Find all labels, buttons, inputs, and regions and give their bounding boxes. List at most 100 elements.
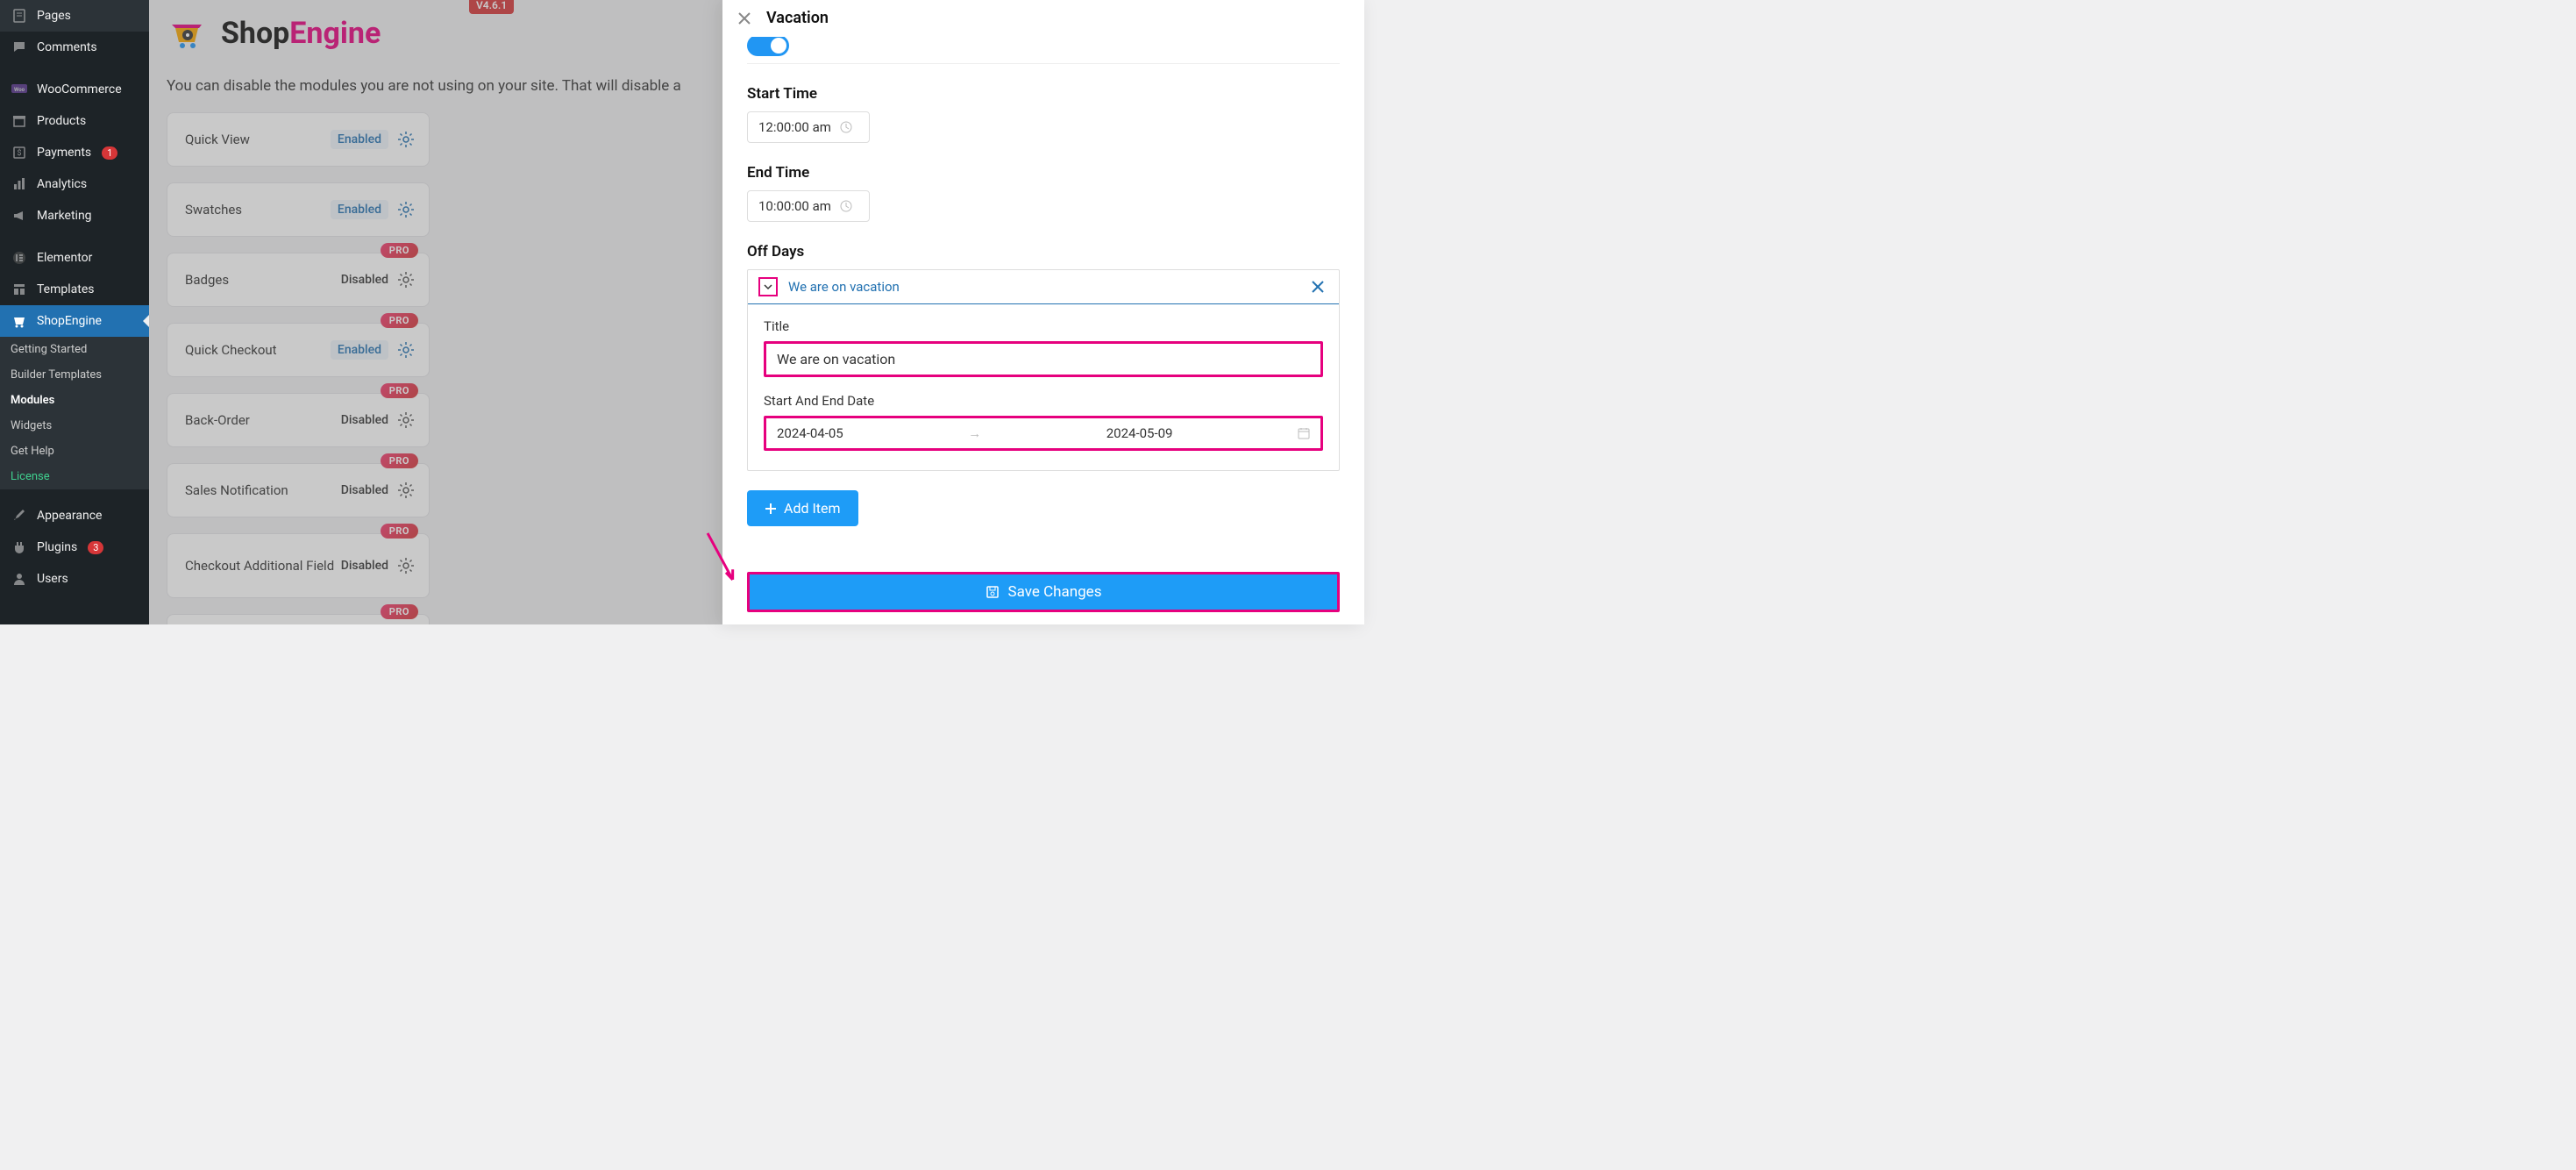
brand-logo-icon — [167, 16, 210, 51]
sidebar-item-plugins[interactable]: Plugins 3 — [0, 531, 149, 563]
arrow-right-icon: → — [968, 425, 981, 441]
start-date-value: 2024-04-05 — [777, 425, 843, 441]
off-days-item: We are on vacation Title Start And End D… — [747, 269, 1340, 471]
save-icon — [986, 585, 1000, 599]
module-settings-button[interactable] — [395, 199, 416, 220]
sidebar-label: Elementor — [37, 251, 92, 265]
badge-count: 1 — [102, 146, 117, 160]
module-card: PROCheckout Additional FieldDisabled — [167, 533, 430, 598]
status-enabled: Enabled — [331, 340, 388, 360]
sidebar-label: Pages — [37, 9, 71, 23]
sidebar-label: Templates — [37, 282, 95, 296]
start-time-field: Start Time 12:00:00 am — [747, 85, 1340, 143]
badge-count: 3 — [88, 541, 103, 554]
sidebar-label: Products — [37, 114, 86, 128]
off-days-item-remove[interactable] — [1307, 280, 1328, 294]
elementor-icon — [11, 249, 28, 267]
add-item-label: Add Item — [784, 500, 841, 517]
title-label: Title — [764, 318, 1323, 334]
save-label: Save Changes — [1008, 583, 1102, 601]
brush-icon — [11, 507, 28, 524]
sidebar-item-elementor[interactable]: Elementor — [0, 242, 149, 274]
sidebar-item-marketing[interactable]: Marketing — [0, 200, 149, 232]
module-settings-button[interactable] — [395, 555, 416, 576]
pro-badge: PRO — [381, 524, 418, 539]
page-description: You can disable the modules you are not … — [167, 61, 705, 112]
sidebar-sub-modules[interactable]: Modules — [0, 388, 149, 413]
sidebar-item-comments[interactable]: Comments — [0, 32, 149, 63]
templates-icon — [11, 281, 28, 298]
sidebar-sub-getting-started[interactable]: Getting Started — [0, 337, 149, 362]
status-disabled: Disabled — [341, 559, 388, 573]
sidebar-item-woocommerce[interactable]: Woo WooCommerce — [0, 74, 149, 105]
clock-icon — [840, 200, 852, 212]
module-name: Sales Notification — [185, 482, 288, 498]
off-days-item-title: We are on vacation — [788, 279, 900, 295]
module-card: Quick ViewEnabled — [167, 112, 430, 167]
module-name: Badges — [185, 272, 229, 288]
module-card: PROBadgesDisabled — [167, 253, 430, 307]
sidebar-sub-widgets[interactable]: Widgets — [0, 413, 149, 439]
module-card: SwatchesEnabled — [167, 182, 430, 237]
main-content: ShopEngine V4.6.1 You can disable the mo… — [149, 0, 722, 624]
sidebar-item-shopengine[interactable]: ShopEngine — [0, 305, 149, 337]
module-settings-button[interactable] — [395, 269, 416, 290]
status-disabled: Disabled — [341, 413, 388, 427]
panel-close-button[interactable] — [738, 12, 751, 25]
shopengine-icon — [11, 312, 28, 330]
end-time-label: End Time — [747, 164, 1340, 182]
comment-icon — [11, 39, 28, 56]
sidebar-sub-license[interactable]: License — [0, 464, 149, 489]
date-range-label: Start And End Date — [764, 393, 1323, 409]
save-changes-button[interactable]: Save Changes — [747, 572, 1340, 612]
module-settings-button[interactable] — [395, 129, 416, 150]
sidebar-item-templates[interactable]: Templates — [0, 274, 149, 305]
sidebar-label: Appearance — [37, 509, 102, 523]
module-settings-button[interactable] — [395, 339, 416, 360]
modules-grid: Quick ViewEnabledSwatchesEnabledPROBadge… — [167, 112, 705, 624]
sidebar-item-pages[interactable]: Pages — [0, 0, 149, 32]
sidebar-item-appearance[interactable]: Appearance — [0, 500, 149, 531]
svg-text:Woo: Woo — [14, 87, 25, 93]
start-time-value: 12:00:00 am — [758, 119, 831, 135]
version-badge: V4.6.1 — [469, 0, 514, 14]
admin-sidebar: Pages Comments Woo WooCommerce Products … — [0, 0, 149, 624]
sidebar-item-products[interactable]: Products — [0, 105, 149, 137]
off-days-item-header[interactable]: We are on vacation — [748, 270, 1339, 304]
end-time-value: 10:00:00 am — [758, 198, 831, 214]
vacation-title-input[interactable] — [764, 341, 1323, 377]
start-time-input[interactable]: 12:00:00 am — [747, 111, 870, 143]
vacation-panel: Vacation Start Time 12:00:00 am End Time… — [722, 0, 1364, 624]
pro-badge: PRO — [381, 604, 418, 619]
bars-icon — [11, 175, 28, 193]
sidebar-sub-builder-templates[interactable]: Builder Templates — [0, 362, 149, 388]
off-days-field: Off Days We are on vacation Title — [747, 243, 1340, 526]
chevron-down-icon[interactable] — [758, 277, 778, 296]
megaphone-icon — [11, 207, 28, 225]
sidebar-item-payments[interactable]: $ Payments 1 — [0, 137, 149, 168]
module-card: PROQuick CheckoutEnabled — [167, 323, 430, 377]
vacation-toggle[interactable] — [747, 37, 789, 56]
module-name: Checkout Additional Field — [185, 558, 334, 574]
add-item-button[interactable]: Add Item — [747, 490, 858, 526]
module-card: PROBack-OrderDisabled — [167, 393, 430, 447]
pro-badge: PRO — [381, 383, 418, 398]
sidebar-sub-get-help[interactable]: Get Help — [0, 439, 149, 464]
module-settings-button[interactable] — [395, 410, 416, 431]
sidebar-item-analytics[interactable]: Analytics — [0, 168, 149, 200]
end-time-input[interactable]: 10:00:00 am — [747, 190, 870, 222]
module-settings-button[interactable] — [395, 480, 416, 501]
sidebar-label: Payments — [37, 146, 91, 160]
plus-icon — [765, 503, 777, 515]
panel-title: Vacation — [766, 9, 829, 27]
pro-badge: PRO — [381, 313, 418, 328]
date-range-input[interactable]: 2024-04-05 → 2024-05-09 — [764, 416, 1323, 451]
status-disabled: Disabled — [341, 483, 388, 497]
module-name: Back-Order — [185, 412, 250, 428]
woo-icon: Woo — [11, 81, 28, 98]
sidebar-label: WooCommerce — [37, 82, 122, 96]
module-card: PROProduct Size ChartsDisabled — [167, 614, 430, 624]
svg-text:$: $ — [17, 148, 21, 158]
sidebar-label: Comments — [37, 40, 97, 54]
sidebar-item-users[interactable]: Users — [0, 563, 149, 595]
